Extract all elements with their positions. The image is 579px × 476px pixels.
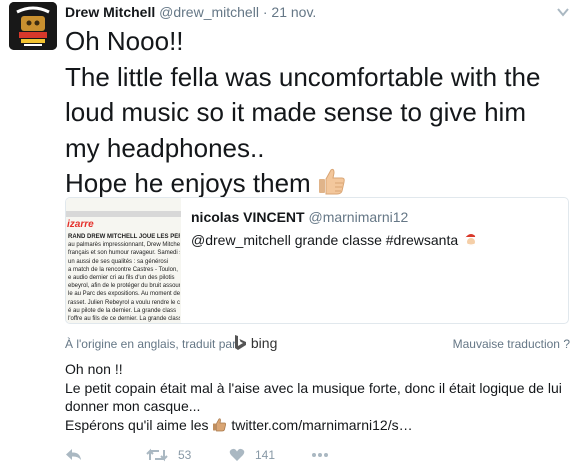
author-name[interactable]: Drew Mitchell bbox=[65, 4, 155, 20]
tweet-date[interactable]: 21 nov. bbox=[271, 4, 316, 20]
quoted-tweet-text: @drew_mitchell grande classe #drewsanta bbox=[191, 230, 480, 248]
tweet-line: loud music so it made sense to give him bbox=[65, 97, 526, 127]
newspaper-line: e audio dernier cri au fils d'un des pil… bbox=[68, 275, 175, 282]
quoted-author-name[interactable]: nicolas VINCENT bbox=[191, 209, 305, 225]
chevron-down-icon[interactable] bbox=[557, 7, 569, 17]
tweet-line-text: Hope he enjoys them bbox=[65, 168, 311, 198]
bad-translation-link[interactable]: Mauvaise traduction ? bbox=[453, 337, 570, 351]
newspaper-line: a match de la rencontre Castres - Toulon… bbox=[68, 266, 180, 273]
tweet-line: Oh Nooo!! bbox=[65, 26, 184, 56]
author-handle[interactable]: @drew_mitchell bbox=[159, 4, 259, 20]
translated-line-text: Espérons qu'il aime les bbox=[65, 416, 209, 433]
newspaper-line: l'offre au fils de ce dernier. La grande… bbox=[68, 316, 180, 323]
translated-line: Le petit copain était mal à l'aise avec … bbox=[65, 379, 562, 396]
like-button[interactable]: 141 bbox=[229, 448, 275, 462]
newspaper-line: RAND DREW MITCHELL JOUE LES PÈRES N bbox=[68, 234, 180, 240]
newspaper-brand: izarre bbox=[67, 219, 94, 230]
tweet-line: The little fella was uncomfortable with … bbox=[65, 61, 541, 92]
quoted-text: @drew_mitchell grande classe #drewsanta bbox=[191, 232, 459, 248]
translated-line: Oh non !! bbox=[65, 361, 123, 377]
bing-icon bbox=[235, 335, 246, 350]
newspaper-text: RAND DREW MITCHELL JOUE LES PÈRES N au p… bbox=[68, 233, 180, 323]
newspaper-line: rasset. Julien Rebeyrol a voulu rendre l… bbox=[68, 299, 180, 306]
quoted-tweet-image[interactable]: izarre RAND DREW MITCHELL JOUE LES PÈRES… bbox=[66, 198, 181, 323]
like-count: 141 bbox=[255, 448, 276, 462]
santa-icon bbox=[465, 234, 480, 246]
newspaper-line: au palmarès impressionnant, Drew Mitche bbox=[68, 242, 180, 249]
retweet-button[interactable]: 53 bbox=[146, 448, 191, 462]
newspaper-line: un aussi de ses qualités : sa générosi bbox=[68, 258, 169, 265]
retweet-icon bbox=[146, 448, 168, 462]
tweet-line: my headphones.. bbox=[65, 132, 265, 163]
thumbs-up-icon bbox=[213, 418, 227, 432]
author-avatar[interactable] bbox=[9, 2, 57, 50]
newspaper-line: français et son humour ravageur. Samedi … bbox=[68, 250, 180, 257]
quoted-tweet[interactable]: izarre RAND DREW MITCHELL JOUE LES PÈRES… bbox=[65, 197, 569, 324]
newspaper-header-bar bbox=[66, 211, 181, 217]
header-separator: · bbox=[262, 4, 268, 20]
translated-text: Oh non !! Le petit copain était mal à l'… bbox=[65, 360, 570, 434]
translated-line: donner mon casque... bbox=[65, 398, 201, 415]
translated-line-last: Espérons qu'il aime les twitter.com/marn… bbox=[65, 416, 570, 435]
tweet-actions: 53 141 bbox=[65, 448, 545, 468]
quoted-tweet-header: nicolas VINCENT @marnimarni12 bbox=[191, 209, 408, 225]
translation-origin-label: À l'origine en anglais, traduit par bbox=[65, 337, 237, 351]
bing-logo[interactable]: bing bbox=[234, 334, 277, 351]
newspaper-line: é au pilote de la dernier. La grande cla… bbox=[68, 307, 177, 314]
quoted-author-handle[interactable]: @marnimarni12 bbox=[308, 209, 408, 225]
newspaper-line: ebeyrol, afin de le protéger du bruit as… bbox=[68, 283, 180, 290]
reply-button[interactable] bbox=[65, 448, 82, 462]
avatar-logo-icon bbox=[9, 2, 57, 50]
translated-link[interactable]: twitter.com/marnimarni12/s… bbox=[231, 417, 412, 433]
bing-label: bing bbox=[250, 335, 278, 351]
heart-icon bbox=[229, 448, 245, 461]
thumbs-up-icon bbox=[318, 168, 345, 195]
retweet-count: 53 bbox=[178, 448, 192, 462]
tweet-header: Drew Mitchell @drew_mitchell · 21 nov. bbox=[65, 4, 316, 20]
reply-icon bbox=[66, 449, 81, 460]
more-dots-icon bbox=[312, 453, 328, 457]
newspaper-line: le au Parc des expositions. Au moment de… bbox=[68, 291, 180, 298]
more-button[interactable] bbox=[311, 448, 329, 462]
tweet-text: Oh Nooo!! The little fella was uncomfort… bbox=[65, 24, 565, 202]
